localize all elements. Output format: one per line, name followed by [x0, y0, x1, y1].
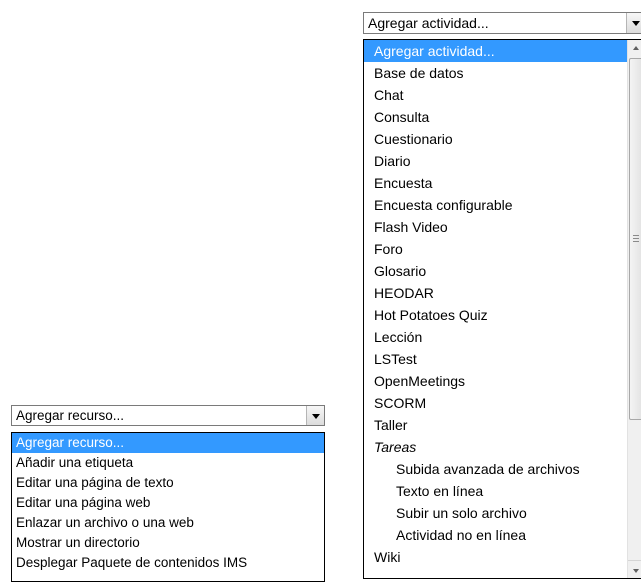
activity-option[interactable]: Lección — [364, 326, 641, 348]
add-resource-dropdown-list[interactable]: Agregar recurso... Añadir una etiqueta Edi… — [11, 432, 325, 582]
activity-list-scrollbar[interactable] — [627, 40, 641, 578]
activity-option[interactable]: Texto en línea — [364, 480, 641, 502]
activity-option[interactable]: Flash Video — [364, 216, 641, 238]
activity-option[interactable]: Actividad no en línea — [364, 524, 641, 546]
add-resource-dropdown-button[interactable] — [306, 406, 324, 425]
add-resource-select[interactable]: Agregar recurso... — [11, 405, 325, 426]
activity-option[interactable]: HEODAR — [364, 282, 641, 304]
activity-option-group: Tareas — [374, 439, 417, 455]
chevron-down-icon — [631, 21, 640, 26]
scrollbar-thumb[interactable] — [629, 58, 641, 420]
add-activity-select[interactable]: Agregar actividad... — [363, 12, 641, 34]
chevron-down-icon — [311, 413, 320, 419]
activity-option[interactable]: Taller — [364, 414, 641, 436]
scroll-grip-icon — [633, 235, 639, 242]
activity-option[interactable]: Foro — [364, 238, 641, 260]
activity-option[interactable]: Glosario — [364, 260, 641, 282]
activity-option[interactable]: SCORM — [364, 392, 641, 414]
activity-option[interactable]: Agregar actividad... — [364, 40, 641, 62]
activity-option[interactable]: OpenMeetings — [364, 370, 641, 392]
activity-option[interactable]: Wiki — [364, 546, 641, 568]
resource-option[interactable]: Agregar recurso... — [12, 433, 324, 453]
activity-option[interactable]: Cuestionario — [364, 128, 641, 150]
resource-option[interactable]: Mostrar un directorio — [12, 533, 324, 553]
scroll-down-button[interactable] — [628, 560, 641, 578]
add-activity-select-value: Agregar actividad... — [368, 15, 489, 31]
resource-option[interactable]: Añadir una etiqueta — [12, 453, 324, 473]
resource-option[interactable]: Editar una página web — [12, 493, 324, 513]
add-activity-dropdown-button[interactable] — [626, 13, 641, 33]
activity-option[interactable]: Base de datos — [364, 62, 641, 84]
activity-option[interactable]: Encuesta configurable — [364, 194, 641, 216]
activity-option[interactable]: Subida avanzada de archivos — [364, 458, 641, 480]
scroll-down-arrow-icon — [633, 568, 639, 573]
scroll-up-arrow-icon — [633, 45, 639, 50]
resource-option[interactable]: Desplegar Paquete de contenidos IMS — [12, 553, 324, 573]
resource-option[interactable]: Enlazar un archivo o una web — [12, 513, 324, 533]
scroll-up-button[interactable] — [628, 40, 641, 57]
activity-option[interactable]: Consulta — [364, 106, 641, 128]
activity-option[interactable]: Diario — [364, 150, 641, 172]
activity-option[interactable]: LSTest — [364, 348, 641, 370]
resource-option[interactable]: Editar una página de texto — [12, 473, 324, 493]
activity-option[interactable]: Chat — [364, 84, 641, 106]
add-resource-select-value: Agregar recurso... — [16, 408, 125, 423]
activity-option[interactable]: Subir un solo archivo — [364, 502, 641, 524]
activity-option[interactable]: Encuesta — [364, 172, 641, 194]
add-activity-dropdown-list[interactable]: Agregar actividad... Base de datos Chat Con… — [363, 39, 641, 579]
activity-option[interactable]: Hot Potatoes Quiz — [364, 304, 641, 326]
